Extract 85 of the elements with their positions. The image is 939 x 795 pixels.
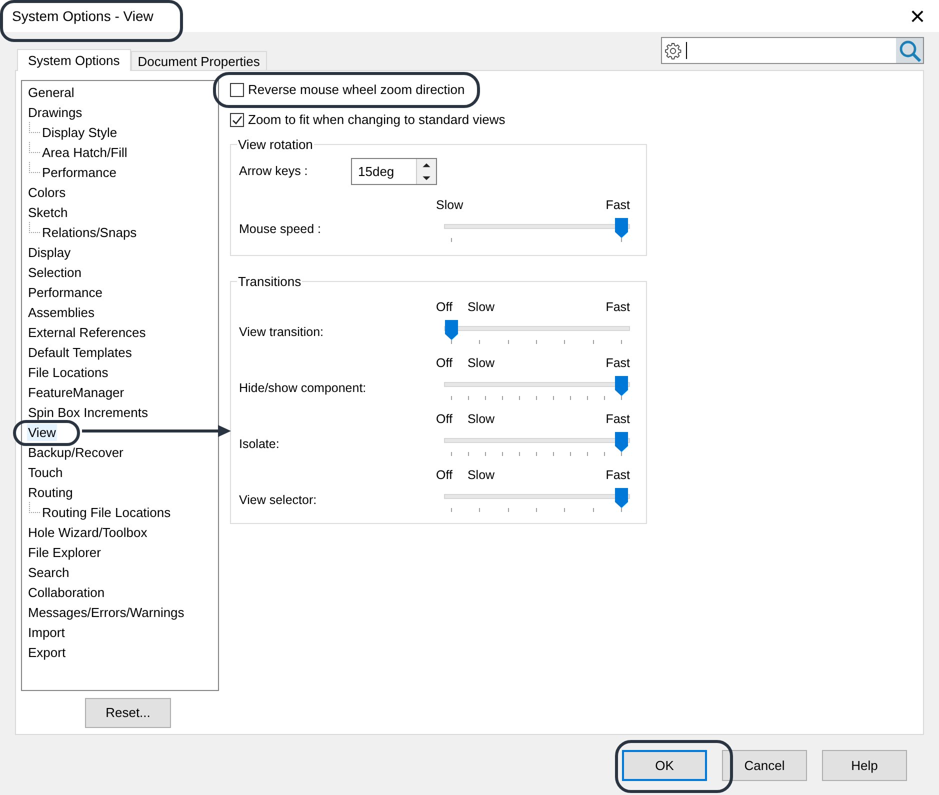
slider-label: Fast xyxy=(606,299,630,316)
tree-item[interactable]: Assemblies xyxy=(27,304,96,320)
tree-item[interactable]: Search xyxy=(27,564,70,580)
slider-thumb[interactable] xyxy=(614,487,629,509)
slider-label: Fast xyxy=(606,411,630,428)
slider-label: Off xyxy=(436,411,452,428)
slider[interactable] xyxy=(444,317,630,347)
tree-item[interactable]: View xyxy=(27,424,57,440)
dialog-button[interactable]: Cancel xyxy=(722,750,807,781)
tree-item[interactable]: Hole Wizard/Toolbox xyxy=(27,524,148,540)
reset-button[interactable]: Reset... xyxy=(85,698,171,728)
dialog-button[interactable]: Help xyxy=(822,750,907,781)
slider-label: Fast xyxy=(606,355,630,372)
tree-item[interactable]: File Explorer xyxy=(27,544,102,560)
group-title: View rotation xyxy=(237,136,314,154)
slider[interactable] xyxy=(444,373,630,403)
slider-label: Slow xyxy=(436,196,464,214)
slider-label: Isolate: xyxy=(239,436,280,453)
spin-value: 15deg xyxy=(357,163,396,181)
tree-item[interactable]: Routing xyxy=(27,484,74,500)
tree-item[interactable]: Export xyxy=(27,644,67,660)
slider-label: Off xyxy=(436,299,452,316)
slider-thumb[interactable] xyxy=(444,319,459,341)
tree-connector-icon xyxy=(28,222,40,233)
field-label: Arrow keys : xyxy=(239,163,309,180)
text-cursor xyxy=(686,42,687,59)
checkbox-label: Reverse mouse wheel zoom direction xyxy=(248,81,465,100)
slider-label: View selector: xyxy=(239,492,318,509)
tree-item[interactable]: Spin Box Increments xyxy=(27,404,149,420)
tree-item[interactable]: Performance xyxy=(41,164,118,180)
tree-item[interactable]: Drawings xyxy=(27,104,84,120)
spin-box[interactable]: 15deg xyxy=(351,158,437,185)
checkbox-label: Zoom to fit when changing to standard views xyxy=(248,111,506,130)
tree-item[interactable]: Import xyxy=(27,624,66,640)
tree-item[interactable]: General xyxy=(27,84,76,100)
slider-label: Off xyxy=(436,355,452,372)
tab[interactable]: System Options xyxy=(17,49,131,71)
slider-thumb[interactable] xyxy=(614,216,629,238)
slider-label: Fast xyxy=(606,196,630,214)
search-field[interactable] xyxy=(661,37,924,64)
search-button[interactable] xyxy=(896,38,923,63)
slider-label: Slow xyxy=(467,355,495,372)
slider-thumb[interactable] xyxy=(614,375,629,397)
tree-item[interactable]: Area Hatch/Fill xyxy=(41,144,128,160)
slider[interactable] xyxy=(444,485,630,515)
tree-item[interactable]: File Locations xyxy=(27,364,110,380)
tree-item[interactable]: Collaboration xyxy=(27,584,106,600)
dialog-button[interactable]: OK xyxy=(622,750,707,781)
slider-label: Off xyxy=(436,467,452,484)
tree-item[interactable]: Performance xyxy=(27,284,104,300)
tree-item[interactable]: FeatureManager xyxy=(27,384,126,400)
tree-item[interactable]: Messages/Errors/Warnings xyxy=(27,604,186,620)
tree-item[interactable]: Routing File Locations xyxy=(41,504,172,520)
tree-connector-icon xyxy=(28,122,40,133)
slider-label: Slow xyxy=(467,467,495,484)
slider[interactable] xyxy=(444,429,630,459)
window-title: System Options - View xyxy=(12,6,154,26)
tree-connector-icon xyxy=(28,162,40,173)
checkbox[interactable] xyxy=(230,113,244,127)
slider-label: Slow xyxy=(467,299,495,316)
slider-label: Hide/show component: xyxy=(239,380,368,397)
checkmark-icon xyxy=(231,114,243,126)
tree-item[interactable]: External References xyxy=(27,324,147,340)
close-button[interactable]: × xyxy=(910,3,925,29)
tree-connector-icon xyxy=(28,142,40,153)
slider-label: Slow xyxy=(467,411,495,428)
slider-label: View transition: xyxy=(239,324,325,341)
tree-item[interactable]: Display xyxy=(27,244,72,260)
tab[interactable]: Document Properties xyxy=(130,51,267,70)
slider-label: Fast xyxy=(606,467,630,484)
tree-item[interactable]: Touch xyxy=(27,464,64,480)
tree-item[interactable]: Backup/Recover xyxy=(27,444,124,460)
tree-connector-icon xyxy=(28,502,40,513)
slider-thumb[interactable] xyxy=(614,431,629,453)
tree-item[interactable]: Relations/Snaps xyxy=(41,224,138,240)
search-icon xyxy=(898,38,922,62)
tree-item[interactable]: Selection xyxy=(27,264,82,280)
tree-item[interactable]: Display Style xyxy=(41,124,118,140)
checkbox[interactable] xyxy=(230,83,244,97)
tree-item[interactable]: Colors xyxy=(27,184,67,200)
tree-item[interactable]: Default Templates xyxy=(27,344,133,360)
tree-item[interactable]: Sketch xyxy=(27,204,69,220)
group-title: Transitions xyxy=(237,272,302,290)
slider-label: Mouse speed : xyxy=(239,221,322,238)
gear-icon xyxy=(664,42,682,60)
